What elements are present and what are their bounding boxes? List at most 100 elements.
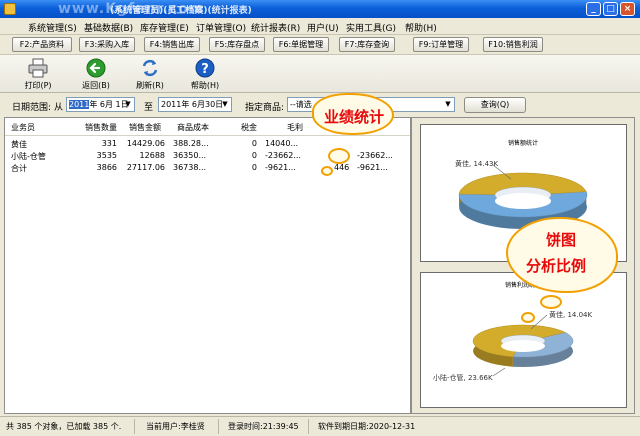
printer-icon	[28, 58, 48, 78]
table-cell-profit[interactable]: -23662...	[265, 151, 301, 163]
table-cell-amount[interactable]: 12688	[121, 151, 165, 163]
table-cell-extra[interactable]: -9621...	[357, 163, 388, 175]
to-label: 至	[144, 103, 154, 113]
table-cell-name[interactable]: 合计	[11, 163, 27, 175]
refresh-icon	[142, 59, 158, 77]
callout-text: 业绩统计	[324, 108, 385, 126]
menu-orders[interactable]: 订单管理(O)	[196, 21, 246, 34]
col-header-profit[interactable]: 毛利	[287, 122, 303, 134]
table-cell-amount[interactable]: 27117.06	[121, 163, 165, 175]
menu-help[interactable]: 帮助(H)	[405, 21, 437, 34]
sales-profit-pie-svg: 销售利润统计 黄佳, 14.04K 小陆-仓管, 23.66K	[433, 281, 592, 382]
query-button[interactable]: 查询(Q)	[464, 97, 526, 113]
table-cell-tax[interactable]: 0	[233, 151, 257, 163]
callout-bubble	[521, 312, 535, 323]
status-login-time: 登录时间:21:39:45	[228, 422, 299, 431]
product-label: 指定商品:	[245, 103, 285, 113]
table-cell-qty[interactable]: 331	[75, 139, 117, 151]
donut-hole	[495, 193, 551, 209]
status-separator	[218, 419, 219, 434]
menu-inventory[interactable]: 库存管理(E)	[140, 21, 189, 34]
chevron-down-icon[interactable]: ▼	[443, 99, 453, 110]
callout-bubble	[540, 295, 562, 309]
quick-documents-button[interactable]: F6:单据管理	[273, 37, 329, 52]
maximize-button[interactable]: □	[603, 2, 618, 16]
table-cell-extra2[interactable]: 446	[334, 163, 349, 175]
col-header-qty[interactable]: 销售数量	[85, 122, 117, 134]
table-cell-name[interactable]: 小陆-仓管	[11, 151, 46, 163]
menu-user[interactable]: 用户(U)	[307, 21, 339, 34]
quick-orders-button[interactable]: F9:订单管理	[413, 37, 469, 52]
end-date-value: 2011年 6月30日	[161, 100, 224, 109]
status-separator	[134, 419, 135, 434]
menu-reports[interactable]: 统计报表(R)	[251, 21, 300, 34]
pie-group	[472, 324, 574, 367]
chart-title: 销售额统计	[508, 139, 538, 147]
table-cell-profit[interactable]: 14040...	[265, 139, 298, 151]
status-current-user: 当前用户:李桂贤	[146, 422, 205, 431]
app-icon	[4, 3, 16, 15]
sales-table: 业务员 销售数量 销售金额 商品成本 税金 毛利 黄佳 331 14429.06…	[4, 117, 411, 414]
print-button[interactable]: 打印(P)	[18, 57, 58, 91]
quick-product-info-button[interactable]: F2:产品资料	[12, 37, 72, 52]
back-label: 返回(B)	[82, 81, 110, 90]
help-label: 帮助(H)	[190, 81, 220, 90]
quick-function-bar: F2:产品资料 F3:采购入库 F4:销售出库 F5:库存盘点 F6:单据管理 …	[0, 35, 640, 55]
sales-profit-chart: 销售利润统计 黄佳, 14.04K 小陆-仓管, 23.66K	[420, 272, 627, 408]
callout-bubble	[328, 148, 350, 164]
title-bar: (系统管理员)(员工档案)(统计报表) www.Kgfanr.com _ □ ×	[0, 0, 640, 18]
table-cell-name[interactable]: 黄佳	[11, 139, 27, 151]
quick-stock-query-button[interactable]: F7:库存查询	[339, 37, 395, 52]
table-cell-qty[interactable]: 3866	[75, 163, 117, 175]
refresh-button[interactable]: 刷新(R)	[130, 57, 170, 91]
close-button[interactable]: ×	[620, 2, 635, 16]
menu-system[interactable]: 系统管理(S)	[28, 21, 77, 34]
table-cell-profit[interactable]: -9621...	[265, 163, 296, 175]
end-date-picker[interactable]: 2011年 6月30日 ▼	[158, 97, 232, 112]
start-date-picker[interactable]: 2011年 6月 1日 ▼	[66, 97, 135, 112]
slice-label: 黄佳, 14.43K	[455, 159, 498, 168]
table-cell-cost[interactable]: 388.28...	[173, 139, 209, 151]
header-divider	[5, 135, 410, 136]
col-header-amount[interactable]: 销售金额	[129, 122, 161, 134]
print-label: 打印(P)	[24, 81, 52, 90]
menu-bar: 系统管理(S) 基础数据(B) 库存管理(E) 订单管理(O) 统计报表(R) …	[0, 18, 640, 35]
minimize-button[interactable]: _	[586, 2, 601, 16]
back-arrow-icon	[86, 58, 106, 78]
quick-purchase-button[interactable]: F3:采购入库	[79, 37, 135, 52]
quick-sales-profit-button[interactable]: F10:销售利润	[483, 37, 543, 52]
help-button[interactable]: ? 帮助(H)	[185, 57, 225, 91]
query-label: 查询(Q)	[480, 100, 510, 109]
donut-hole	[501, 340, 545, 352]
back-button[interactable]: 返回(B)	[76, 57, 116, 91]
table-cell-amount[interactable]: 14429.06	[121, 139, 165, 151]
table-cell-tax[interactable]: 0	[233, 163, 257, 175]
chevron-down-icon[interactable]: ▼	[123, 99, 133, 110]
menu-tools[interactable]: 实用工具(G)	[346, 21, 396, 34]
menu-basic-data[interactable]: 基础数据(B)	[84, 21, 133, 34]
watermark-text: www.Kgfanr.com	[58, 1, 205, 17]
col-header-tax[interactable]: 税金	[241, 122, 257, 134]
svg-text:?: ?	[201, 62, 209, 77]
table-cell-cost[interactable]: 36738...	[173, 163, 206, 175]
toolbar: 打印(P) 返回(B) 刷新(R) ? 帮助(H)	[0, 55, 640, 93]
leader-line	[492, 367, 506, 377]
quick-sales-out-button[interactable]: F4:销售出库	[144, 37, 200, 52]
table-cell-tax[interactable]: 0	[233, 139, 257, 151]
quick-stocktake-button[interactable]: F5:库存盘点	[209, 37, 265, 52]
callout-text-line2: 分析比例	[526, 257, 587, 275]
table-cell-cost[interactable]: 36350...	[173, 151, 206, 163]
status-object-count: 共 385 个对象，已加载 385 个.	[6, 422, 122, 431]
col-header-cost[interactable]: 商品成本	[177, 122, 209, 134]
slice-label: 小陆-仓管, 23.66K	[433, 373, 493, 382]
table-cell-qty[interactable]: 3535	[75, 151, 117, 163]
callout-bubble	[321, 166, 333, 176]
chevron-down-icon[interactable]: ▼	[220, 99, 230, 110]
col-header-salesperson[interactable]: 业务员	[11, 122, 35, 134]
callout-text-line1: 饼图	[546, 231, 577, 249]
status-separator	[308, 419, 309, 434]
table-cell-extra[interactable]: -23662...	[357, 151, 393, 163]
status-expiry: 软件到期日期:2020-12-31	[318, 422, 416, 431]
help-icon: ?	[195, 58, 215, 78]
slice-label: 黄佳, 14.04K	[549, 310, 592, 319]
